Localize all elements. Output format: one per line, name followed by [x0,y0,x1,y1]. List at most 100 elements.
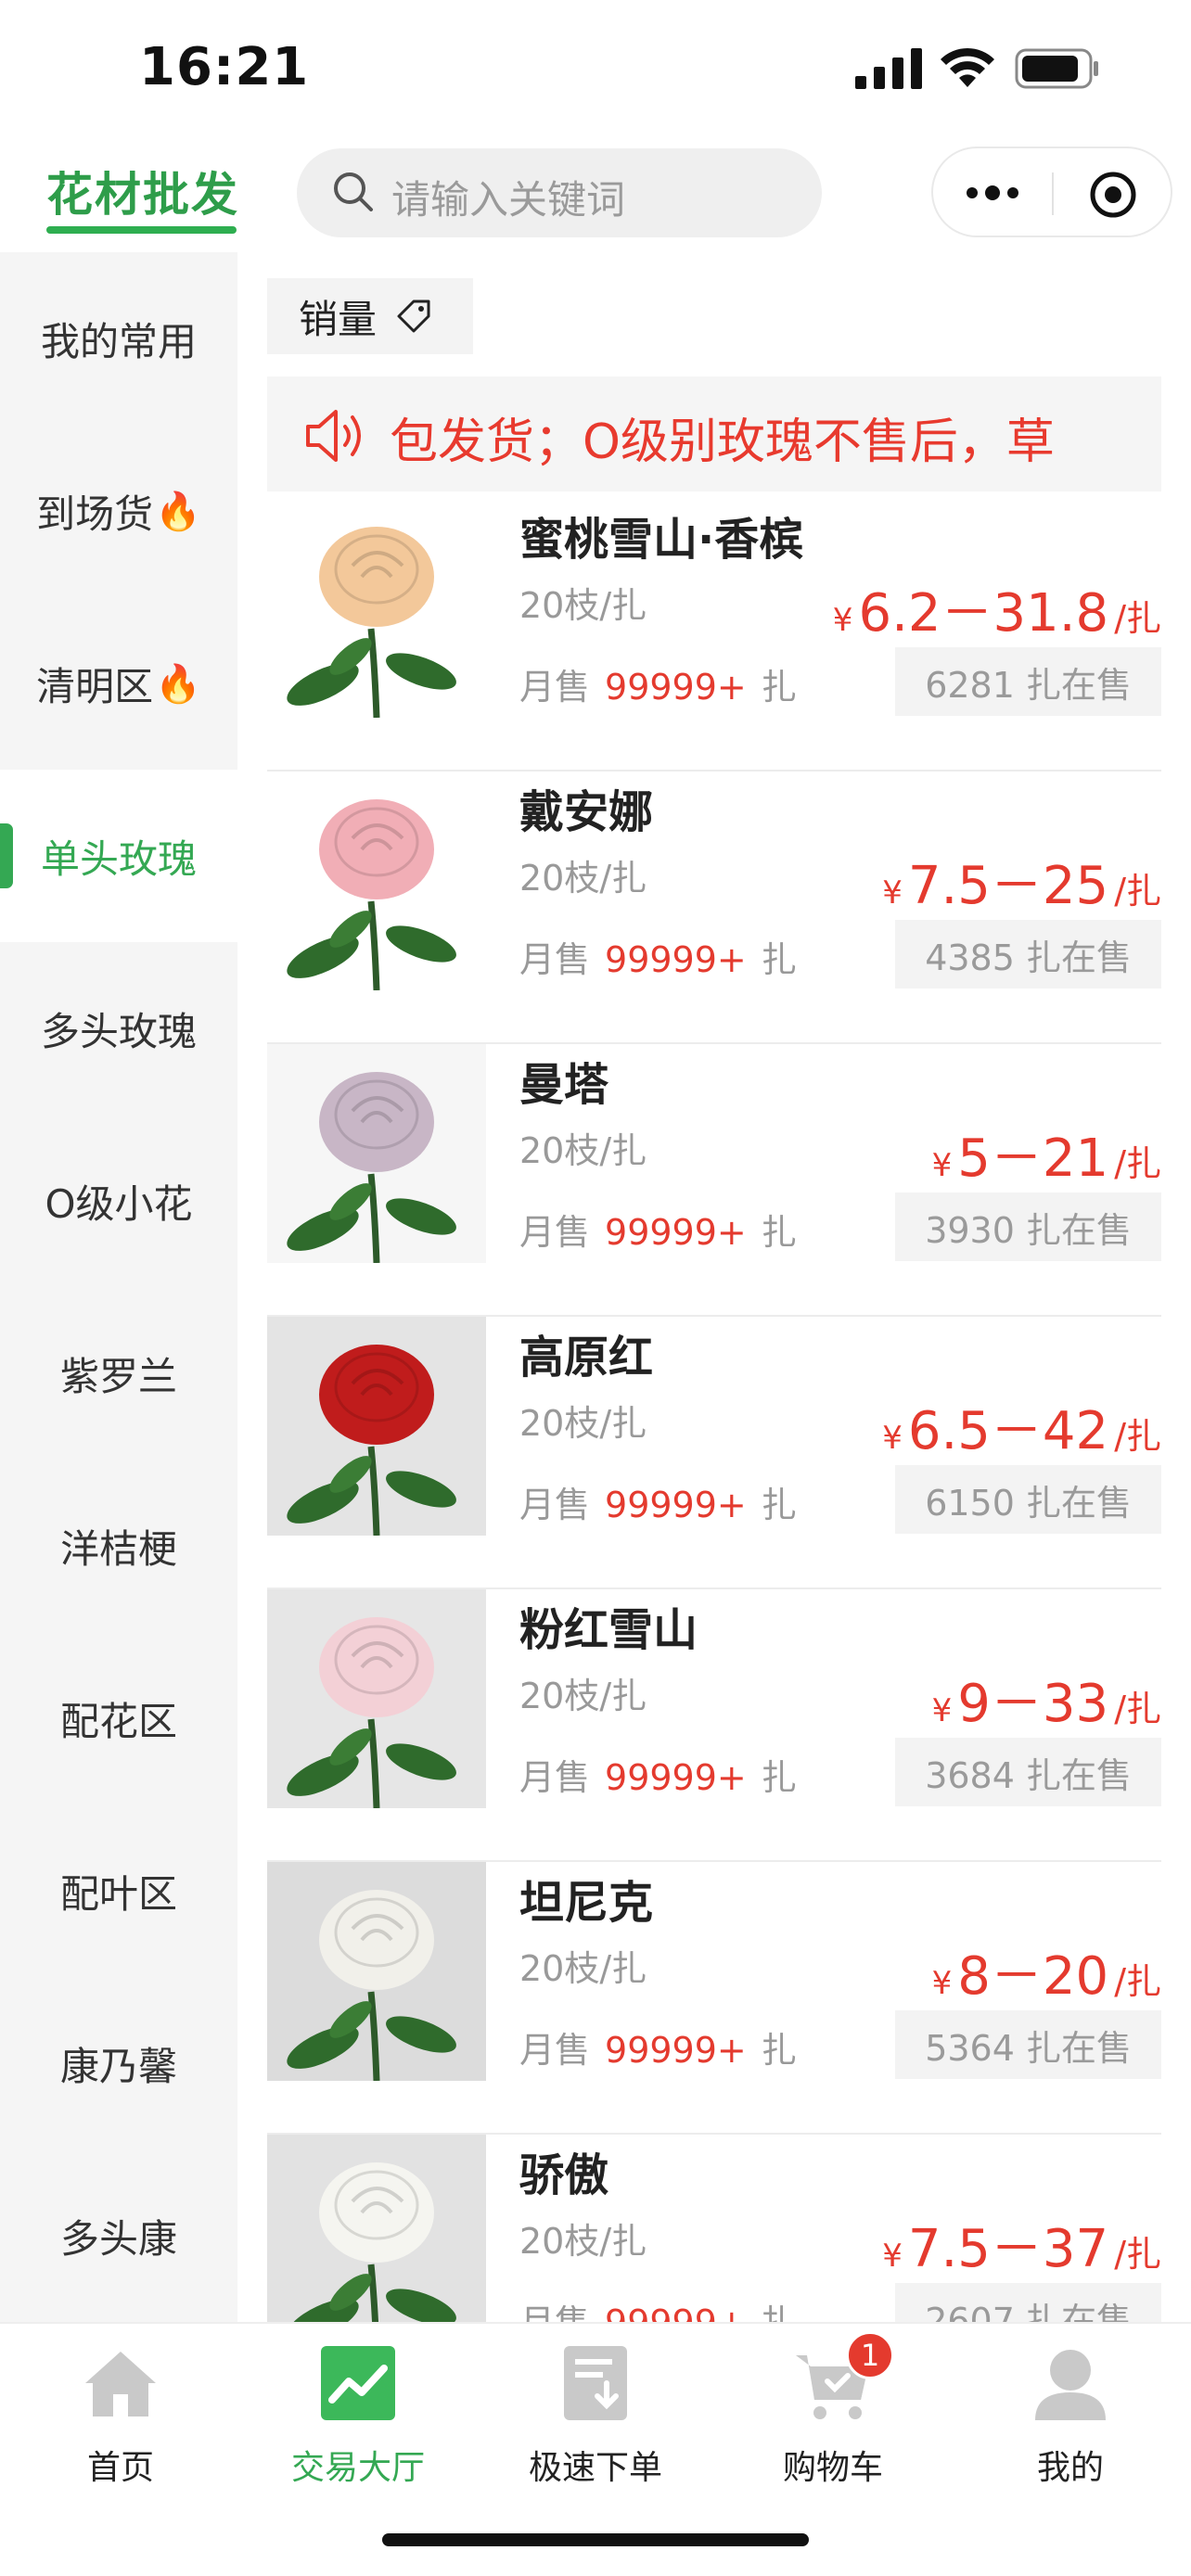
more-icon[interactable] [965,184,1020,202]
tab-label: 交易大厅 [290,2449,425,2487]
speaker-icon [306,410,361,462]
sort-by-sales-button[interactable]: 销量 [267,278,473,354]
sidebar-item[interactable]: 多头玫瑰 [0,942,237,1115]
sidebar-item[interactable]: 配叶区 [0,1804,237,1977]
tab-cart[interactable]: 1 购物车 [714,2324,952,2509]
product-card[interactable]: 坦尼克 20枝/扎 ¥8－20/扎 月售 99999+ 扎 5364 扎在售 [267,1862,1161,2135]
search-input[interactable]: 请输入关键词 [297,148,822,237]
status-bar: 16:21 [0,0,1191,139]
sales-prefix: 月售 [519,667,591,708]
product-name: 蜜桃雪山·香槟 [519,514,804,566]
currency-symbol: ¥ [931,1965,953,2002]
product-image[interactable] [267,1862,486,2081]
product-image[interactable] [267,2135,486,2322]
price-range: 5－21 [957,1129,1109,1189]
tab-home[interactable]: 首页 [2,2324,239,2509]
price-range: 8－20 [957,1946,1109,2007]
sales-count: 99999+ [605,1757,747,1798]
product-card[interactable]: 粉红雪山 20枝/扎 ¥9－33/扎 月售 99999+ 扎 3684 扎在售 [267,1589,1161,1862]
sidebar-item-label: 康乃馨 [59,2043,177,2089]
sales-prefix: 月售 [519,1757,591,1798]
tab-label: 极速下单 [528,2449,662,2487]
product-card[interactable]: 蜜桃雪山·香槟 20枝/扎 ¥6.2－31.8/扎 月售 99999+ 扎 6281 扎在售 [267,499,1161,772]
price-unit: /扎 [1114,1689,1161,1729]
tab-quick-order[interactable]: 极速下单 [477,2324,714,2509]
sidebar-item[interactable]: O级小花 [0,1115,237,1287]
product-spec: 20枝/扎 [519,2221,647,2262]
monthly-sales: 月售 99999+ 扎 [519,1204,797,1255]
sales-suffix: 扎 [761,939,797,980]
fire-icon: 🔥 [155,662,201,706]
sidebar-item-label: 单头玫瑰 [40,835,197,882]
sales-count: 99999+ [605,667,747,708]
monthly-sales: 月售 99999+ 扎 [519,1476,797,1527]
stock-badge: 5364 扎在售 [895,2010,1161,2079]
stock-badge: 3684 扎在售 [895,1738,1161,1806]
product-image[interactable] [267,1589,486,1808]
sidebar-item[interactable]: 到场货 🔥 [0,425,237,597]
product-card[interactable]: 骄傲 20枝/扎 ¥7.5－37/扎月售 99999+ 扎 2607 扎在售 [267,2135,1161,2322]
tab-trend[interactable]: 交易大厅 [239,2324,477,2509]
capsule-divider [1052,172,1054,215]
close-miniprogram-icon[interactable] [1089,171,1137,219]
sidebar-item-label: 洋桔梗 [59,1525,177,1572]
trend-icon [317,2342,399,2424]
sidebar-item-label: O级小花 [45,1180,193,1227]
product-name: 高原红 [519,1332,654,1384]
sidebar-item[interactable]: 我的常用 [0,252,237,425]
product-card[interactable]: 戴安娜 20枝/扎 ¥7.5－25/扎 月售 99999+ 扎 4385 扎在售 [267,772,1161,1044]
battery-icon [1015,48,1098,89]
category-sidebar: 我的常用 到场货 🔥 清明区 🔥 单头玫瑰 多头玫瑰 O级小花 紫罗兰 洋桔梗 配花区 配叶区 康乃馨多… [0,252,237,2322]
product-card[interactable]: 高原红 20枝/扎 ¥6.5－42/扎 月售 99999+ 扎 6150 扎在售 [267,1317,1161,1589]
monthly-sales: 月售 99999+ 扎 [519,931,797,982]
status-time: 16:21 [139,37,310,97]
product-spec: 20枝/扎 [519,1130,647,1171]
title-underline [46,226,237,234]
currency-symbol: ¥ [931,1692,953,1729]
product-name: 曼塔 [519,1059,609,1111]
tab-profile[interactable]: 我的 [952,2324,1189,2509]
sales-count: 99999+ [605,2030,747,2071]
sidebar-item[interactable]: 多头康 [0,2149,237,2322]
stock-badge: 6281 扎在售 [895,647,1161,716]
sidebar-item-label: 多头康 [59,2215,177,2262]
product-price: ¥6.2－31.8/扎 [833,571,1161,646]
page-title[interactable]: 花材批发 [46,158,239,224]
product-card[interactable]: 曼塔 20枝/扎 ¥5－21/扎 月售 99999+ 扎 3930 扎在售 [267,1044,1161,1317]
currency-symbol: ¥ [882,2238,903,2275]
sidebar-item[interactable]: 配花区 [0,1632,237,1804]
stock-badge: 2607 扎在售 [895,2283,1161,2322]
sales-count: 99999+ [605,939,747,980]
sales-count: 99999+ [605,2302,747,2322]
sidebar-item[interactable]: 清明区 🔥 [0,597,237,770]
search-icon [334,172,373,211]
product-image[interactable] [267,1044,486,1263]
sidebar-item[interactable]: 洋桔梗 [0,1460,237,1632]
product-name: 戴安娜 [519,786,654,838]
tab-label: 首页 [86,2449,154,2487]
product-spec: 20枝/扎 [519,1948,647,1989]
sales-count: 99999+ [605,1485,747,1525]
sidebar-item[interactable]: 单头玫瑰 [0,770,237,942]
product-name: 粉红雪山 [519,1604,698,1656]
product-price: ¥6.5－42/扎 [882,1389,1161,1464]
product-image[interactable] [267,772,486,990]
price-unit: /扎 [1114,598,1161,639]
sidebar-item-label: 配花区 [59,1698,177,1744]
product-price: ¥5－21/扎 [932,1116,1161,1192]
sidebar-item[interactable]: 康乃馨 [0,1977,237,2149]
sidebar-item-label: 到场货 [36,491,154,537]
price-unit: /扎 [1114,1416,1161,1457]
product-spec: 20枝/扎 [519,1676,647,1716]
sidebar-item-label: 紫罗兰 [59,1353,177,1399]
profile-icon [1030,2342,1111,2424]
sidebar-item-label: 我的常用 [40,318,197,364]
product-image[interactable] [267,499,486,718]
stock-badge: 4385 扎在售 [895,920,1161,988]
currency-symbol: ¥ [832,602,853,639]
cart-count-badge: 1 [846,2331,894,2379]
product-name: 骄傲 [519,2149,609,2201]
sidebar-item[interactable]: 紫罗兰 [0,1287,237,1460]
notice-bar[interactable]: 包发货；O级别玫瑰不售后，草 [267,376,1161,491]
product-image[interactable] [267,1317,486,1536]
